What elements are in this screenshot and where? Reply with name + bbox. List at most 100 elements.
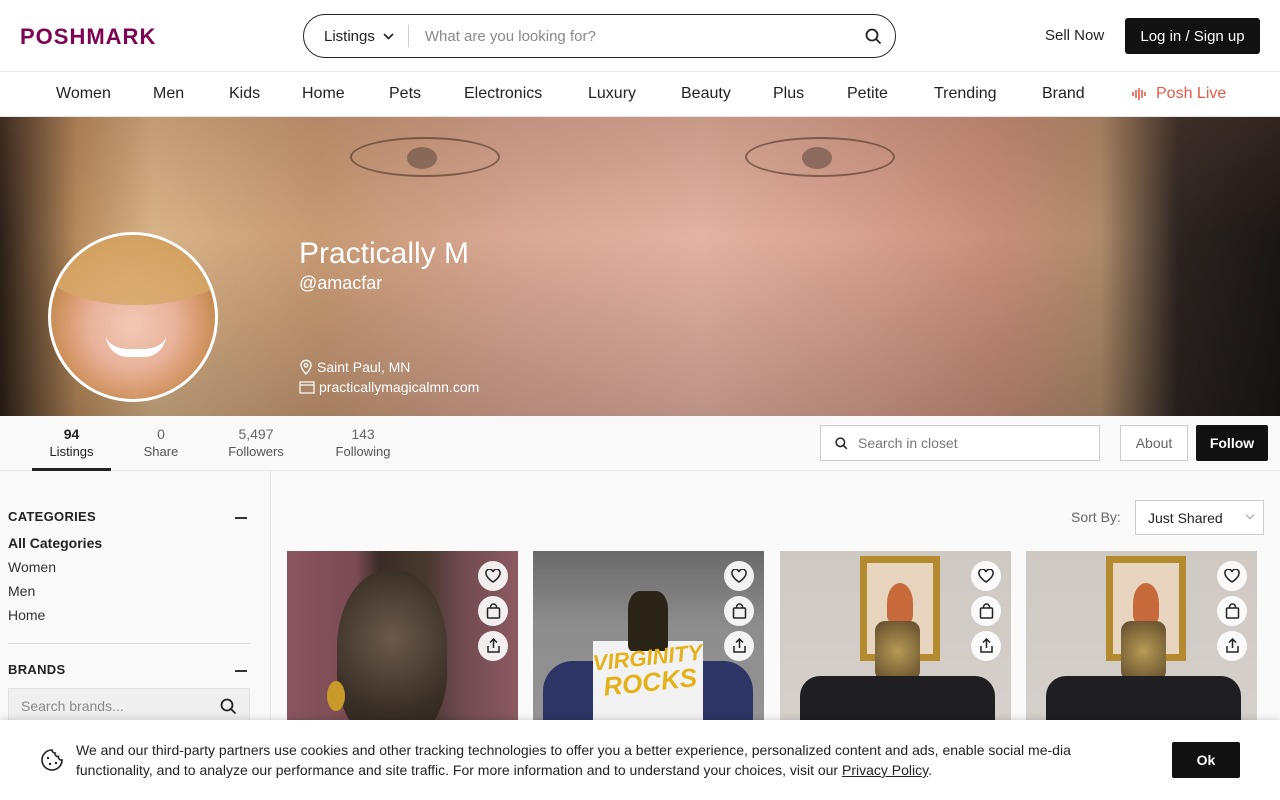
- nav-item-kids[interactable]: Kids: [229, 85, 260, 103]
- share-icon: [486, 638, 500, 653]
- closet-stats-bar: 94 Listings 0 Share 5,497 Followers 143 …: [0, 416, 1280, 471]
- poshmark-logo[interactable]: POSHMARK: [20, 24, 156, 50]
- add-to-bag-button[interactable]: [478, 596, 508, 626]
- collapse-brands-icon[interactable]: [235, 670, 247, 672]
- category-all[interactable]: All Categories: [8, 535, 102, 551]
- like-button[interactable]: [478, 561, 508, 591]
- share-button[interactable]: [724, 631, 754, 661]
- browser-window-icon: [299, 380, 315, 394]
- search-icon: [865, 28, 881, 44]
- sidebar-divider: [8, 643, 250, 644]
- cookie-message-suffix: .: [928, 762, 932, 778]
- heart-icon: [978, 569, 994, 583]
- shopping-bag-icon: [1225, 603, 1239, 619]
- chevron-down-icon: [1245, 514, 1255, 520]
- sell-now-link[interactable]: Sell Now: [1045, 27, 1104, 44]
- nav-item-brand[interactable]: Brand: [1042, 85, 1085, 103]
- nav-item-home[interactable]: Home: [302, 85, 345, 103]
- sort-by-select[interactable]: Just Shared: [1135, 500, 1264, 535]
- search-input[interactable]: [408, 27, 851, 45]
- login-signup-button[interactable]: Log in / Sign up: [1125, 18, 1260, 54]
- share-button[interactable]: [971, 631, 1001, 661]
- share-button[interactable]: [478, 631, 508, 661]
- heart-icon: [485, 569, 501, 583]
- website-text: practicallymagicalmn.com: [319, 379, 480, 395]
- shopping-bag-icon: [732, 603, 746, 619]
- search-icon: [835, 436, 848, 449]
- search-button[interactable]: [851, 15, 895, 57]
- nav-item-petite[interactable]: Petite: [847, 85, 888, 103]
- heart-icon: [731, 569, 747, 583]
- like-button[interactable]: [1217, 561, 1247, 591]
- nav-item-beauty[interactable]: Beauty: [681, 85, 731, 103]
- brand-search-input[interactable]: [9, 698, 220, 714]
- nav-item-posh-live[interactable]: Posh Live: [1132, 85, 1226, 103]
- avatar: [48, 232, 218, 402]
- location-pin-icon: [300, 359, 312, 375]
- followers-label: Followers: [228, 444, 284, 459]
- cookie-consent-banner: We and our third-party partners use cook…: [0, 720, 1280, 800]
- category-home[interactable]: Home: [8, 607, 45, 623]
- like-button[interactable]: [971, 561, 1001, 591]
- category-men[interactable]: Men: [8, 583, 35, 599]
- category-nav: Women Men Kids Home Pets Electronics Lux…: [0, 72, 1280, 117]
- stat-following[interactable]: 143 Following: [330, 426, 396, 459]
- sort-by-value: Just Shared: [1148, 509, 1223, 526]
- search-category-label: Listings: [324, 27, 375, 45]
- live-audio-icon: [1132, 88, 1146, 100]
- profile-website-link[interactable]: practicallymagicalmn.com: [299, 379, 479, 395]
- share-button[interactable]: [1217, 631, 1247, 661]
- add-to-bag-button[interactable]: [724, 596, 754, 626]
- shares-count: 0: [157, 426, 165, 442]
- heart-icon: [1224, 569, 1240, 583]
- add-to-bag-button[interactable]: [971, 596, 1001, 626]
- posh-live-label: Posh Live: [1156, 85, 1227, 102]
- chevron-down-icon: [383, 32, 394, 40]
- category-women[interactable]: Women: [8, 559, 56, 575]
- follow-button[interactable]: Follow: [1196, 425, 1268, 461]
- collapse-categories-icon[interactable]: [235, 517, 247, 519]
- cookie-message: We and our third-party partners use cook…: [76, 740, 1151, 780]
- listings-label: Listings: [49, 444, 94, 459]
- following-count: 143: [351, 426, 375, 442]
- like-button[interactable]: [724, 561, 754, 591]
- add-to-bag-button[interactable]: [1217, 596, 1247, 626]
- stat-shares[interactable]: 0 Share: [136, 426, 186, 459]
- share-icon: [732, 638, 746, 653]
- cover-art-eye-right: [745, 137, 895, 177]
- shopping-bag-icon: [486, 603, 500, 619]
- nav-item-women[interactable]: Women: [56, 85, 111, 103]
- cover-art-eye-left: [350, 137, 500, 177]
- nav-item-electronics[interactable]: Electronics: [464, 85, 542, 103]
- privacy-policy-link[interactable]: Privacy Policy: [842, 762, 928, 778]
- closet-search: [820, 425, 1100, 461]
- followers-count: 5,497: [238, 426, 274, 442]
- closet-owner-handle: @amacfar: [299, 273, 383, 293]
- search-icon[interactable]: [220, 698, 237, 715]
- shares-label: Share: [143, 444, 179, 459]
- nav-item-plus[interactable]: Plus: [773, 85, 804, 103]
- search-bar: Listings: [303, 14, 896, 58]
- nav-item-luxury[interactable]: Luxury: [588, 85, 636, 103]
- following-label: Following: [335, 444, 391, 459]
- cookie-icon: [41, 749, 63, 771]
- location-text: Saint Paul, MN: [317, 359, 411, 375]
- about-button[interactable]: About: [1120, 425, 1188, 461]
- shopping-bag-icon: [979, 603, 993, 619]
- profile-location: Saint Paul, MN: [299, 359, 410, 375]
- share-icon: [979, 638, 993, 653]
- share-icon: [1225, 638, 1239, 653]
- search-category-dropdown[interactable]: Listings: [304, 25, 409, 47]
- nav-item-men[interactable]: Men: [153, 85, 184, 103]
- nav-item-pets[interactable]: Pets: [389, 85, 421, 103]
- stat-listings[interactable]: 94 Listings: [32, 426, 111, 459]
- nav-item-trending[interactable]: Trending: [934, 85, 997, 103]
- categories-heading: CATEGORIES: [8, 509, 96, 524]
- stat-followers[interactable]: 5,497 Followers: [222, 426, 290, 459]
- closet-owner-name: Practically M: [299, 237, 470, 270]
- cookie-ok-button[interactable]: Ok: [1172, 742, 1240, 778]
- closet-search-input[interactable]: [858, 435, 1099, 451]
- sort-by-label: Sort By:: [1071, 509, 1121, 525]
- brand-search: [8, 688, 250, 724]
- listings-count: 94: [63, 426, 80, 442]
